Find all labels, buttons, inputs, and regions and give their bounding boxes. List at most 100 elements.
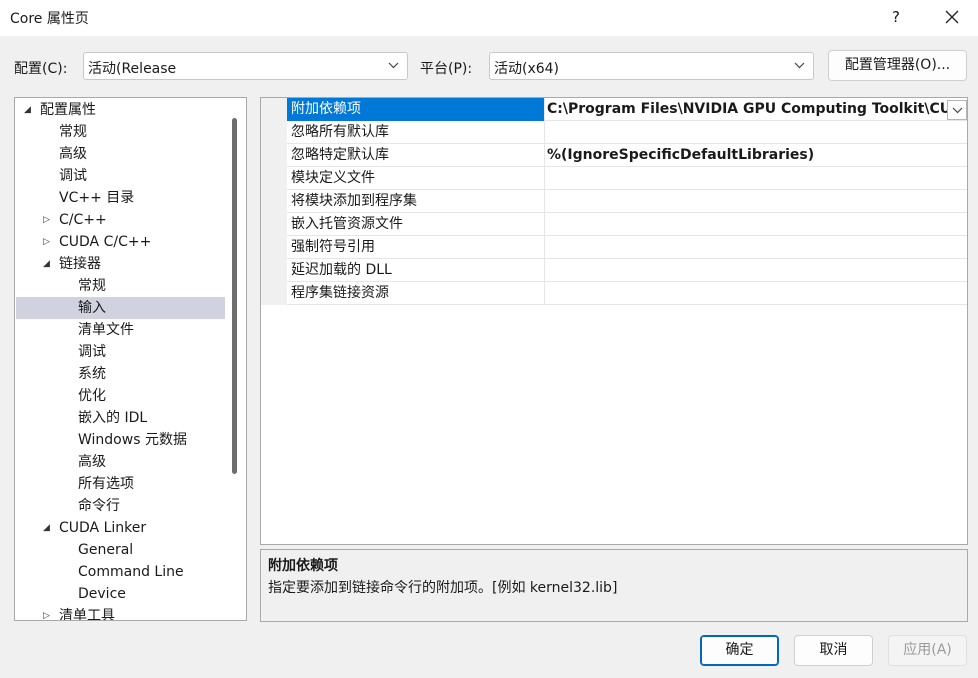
tree-item[interactable]: Command Line	[16, 561, 225, 583]
help-button[interactable]: ?	[884, 2, 908, 32]
property-value[interactable]	[547, 259, 947, 282]
property-dropdown-button[interactable]	[947, 100, 967, 120]
tree-item[interactable]: 命令行	[16, 495, 225, 517]
property-name[interactable]: 模块定义文件	[287, 167, 545, 190]
row-gutter	[261, 282, 287, 305]
property-tree[interactable]: ◢ 配置属性 常规 高级 调试 VC++ 目录 ▷ C/C++ ▷ CUDA C/C++ ◢ 链接器常…	[14, 97, 247, 621]
tree-item[interactable]: 所有选项	[16, 473, 225, 495]
row-gutter	[261, 236, 287, 259]
tree-item[interactable]: ◢ 配置属性	[16, 99, 225, 121]
property-row[interactable]: 忽略特定默认库 %(IgnoreSpecificDefaultLibraries)	[261, 144, 967, 167]
property-row[interactable]: 强制符号引用	[261, 236, 967, 259]
tree-item[interactable]: 系统	[16, 363, 225, 385]
tree-item-label: 输入	[78, 300, 106, 316]
tree-item[interactable]: ◢ CUDA Linker	[16, 517, 225, 539]
config-label: 配置(C):	[14, 61, 68, 77]
expanded-triangle-icon[interactable]: ◢	[43, 253, 50, 275]
expanded-triangle-icon[interactable]: ◢	[43, 517, 50, 539]
property-value[interactable]: C:\Program Files\NVIDIA GPU Computing To…	[547, 98, 947, 121]
tree-item-label: 系统	[78, 366, 106, 382]
tree-item[interactable]: 常规	[16, 275, 225, 297]
tree-item-label: 清单工具	[59, 608, 115, 621]
tree-item-label: 调试	[78, 344, 106, 360]
ok-button[interactable]: 确定	[700, 635, 779, 666]
description-text: 指定要添加到链接命令行的附加项。[例如 kernel32.lib]	[268, 580, 618, 596]
chevron-down-icon	[952, 107, 963, 114]
collapsed-triangle-icon[interactable]: ▷	[43, 605, 50, 620]
expanded-triangle-icon[interactable]: ◢	[24, 99, 31, 121]
tree-item-label: 调试	[59, 168, 87, 184]
apply-button[interactable]: 应用(A)	[888, 635, 967, 666]
platform-combo[interactable]: 活动(x64)	[489, 52, 814, 80]
property-row[interactable]: 程序集链接资源	[261, 282, 967, 305]
tree-item[interactable]: ▷ C/C++	[16, 209, 225, 231]
cancel-button[interactable]: 取消	[794, 635, 873, 666]
property-row[interactable]: 模块定义文件	[261, 167, 967, 190]
tree-item[interactable]: 高级	[16, 143, 225, 165]
property-value[interactable]	[547, 236, 947, 259]
property-value[interactable]	[547, 190, 947, 213]
tree-item-label: 清单文件	[78, 322, 134, 338]
tree-item[interactable]: VC++ 目录	[16, 187, 225, 209]
property-row[interactable]: 忽略所有默认库	[261, 121, 967, 144]
row-gutter	[261, 259, 287, 282]
tree-item-label: 优化	[78, 388, 106, 404]
tree-item-label: 常规	[78, 278, 106, 294]
tree-item[interactable]: 嵌入的 IDL	[16, 407, 225, 429]
property-name[interactable]: 将模块添加到程序集	[287, 190, 545, 213]
collapsed-triangle-icon[interactable]: ▷	[43, 209, 50, 231]
description-title: 附加依赖项	[268, 558, 338, 574]
property-name[interactable]: 嵌入托管资源文件	[287, 213, 545, 236]
tree-item[interactable]: 高级	[16, 451, 225, 473]
property-name[interactable]: 忽略特定默认库	[287, 144, 545, 167]
title-bar: Core 属性页 ?	[0, 0, 978, 36]
property-name[interactable]: 程序集链接资源	[287, 282, 545, 305]
property-value[interactable]: %(IgnoreSpecificDefaultLibraries)	[547, 144, 947, 167]
collapsed-triangle-icon[interactable]: ▷	[43, 231, 50, 253]
tree-item[interactable]: ◢ 链接器	[16, 253, 225, 275]
tree-item-label: CUDA Linker	[59, 520, 147, 536]
tree-item[interactable]: 调试	[16, 341, 225, 363]
property-value[interactable]	[547, 167, 947, 190]
property-name[interactable]: 强制符号引用	[287, 236, 545, 259]
row-gutter	[261, 190, 287, 213]
property-value[interactable]	[547, 282, 947, 305]
tree-item-label: 配置属性	[40, 102, 96, 118]
platform-label: 平台(P):	[420, 61, 473, 77]
config-value: 活动(Release	[88, 61, 177, 77]
property-value[interactable]	[547, 121, 947, 144]
tree-item[interactable]: 调试	[16, 165, 225, 187]
property-row[interactable]: 嵌入托管资源文件	[261, 213, 967, 236]
tree-item[interactable]: ▷ 清单工具	[16, 605, 225, 621]
tree-item[interactable]: 常规	[16, 121, 225, 143]
config-combo[interactable]: 活动(Release	[83, 52, 408, 80]
tree-item[interactable]: Device	[16, 583, 225, 605]
property-name[interactable]: 附加依赖项	[287, 98, 545, 121]
property-value[interactable]	[547, 213, 947, 236]
property-name[interactable]: 延迟加载的 DLL	[287, 259, 545, 282]
close-button[interactable]	[934, 0, 970, 34]
tree-item[interactable]: 清单文件	[16, 319, 225, 341]
property-grid[interactable]: 附加依赖项 C:\Program Files\NVIDIA GPU Computi…	[260, 97, 968, 545]
tree-item[interactable]: 优化	[16, 385, 225, 407]
row-gutter	[261, 121, 287, 144]
tree-item[interactable]: 输入	[16, 297, 225, 319]
tree-item[interactable]: Windows 元数据	[16, 429, 225, 451]
tree-item-label: 高级	[78, 454, 106, 470]
tree-item-label: 常规	[59, 124, 87, 140]
property-row[interactable]: 延迟加载的 DLL	[261, 259, 967, 282]
property-row[interactable]: 附加依赖项 C:\Program Files\NVIDIA GPU Computi…	[261, 98, 967, 121]
chevron-down-icon	[794, 62, 805, 69]
tree-scrollbar[interactable]	[232, 118, 237, 474]
config-manager-button[interactable]: 配置管理器(O)...	[828, 50, 967, 81]
tree-item-label: C/C++	[59, 212, 107, 228]
tree-item[interactable]: General	[16, 539, 225, 561]
row-gutter	[261, 213, 287, 236]
row-gutter	[261, 98, 287, 121]
tree-item[interactable]: ▷ CUDA C/C++	[16, 231, 225, 253]
tree-item-label: Command Line	[78, 564, 184, 580]
property-row[interactable]: 将模块添加到程序集	[261, 190, 967, 213]
tree-item-label: 链接器	[59, 256, 101, 272]
property-name[interactable]: 忽略所有默认库	[287, 121, 545, 144]
tree-item-label: Device	[78, 586, 126, 602]
